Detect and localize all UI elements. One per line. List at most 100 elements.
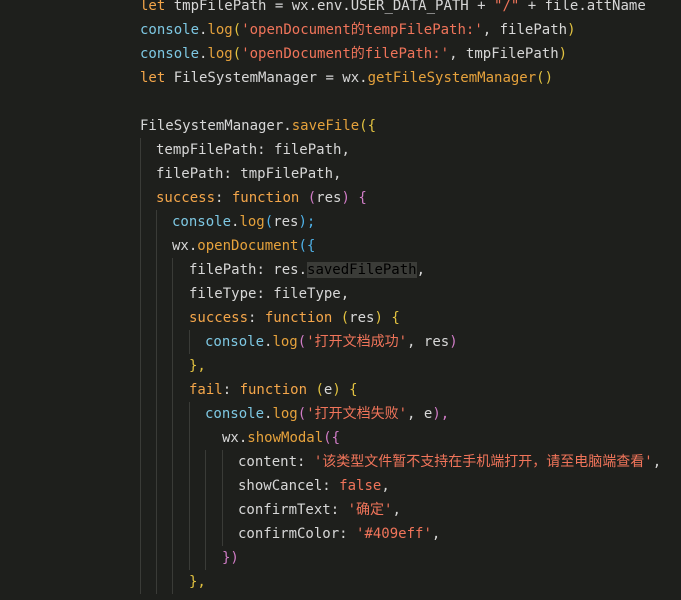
code-token: , filePath [482,22,568,38]
code-token: confirmColor [238,526,340,542]
code-token: , e [407,406,433,422]
code-token: wx. [222,430,248,446]
code-token: , [431,526,441,542]
code-token: res [273,214,299,230]
code-line[interactable]: content: '该类型文件暂不支持在手机端打开，请至电脑端查看', [238,450,661,474]
code-line[interactable]: wx.showModal({ [222,426,340,450]
code-line[interactable]: }, [189,354,206,378]
code-token: log [239,214,265,230]
code-token: ({ [359,118,377,134]
code-token: : [297,454,314,470]
code-token: openDocument [197,238,299,254]
code-token: fileType [189,286,257,302]
code-token: ( [297,406,307,422]
code-token: FileSystemManager. [140,118,292,134]
code-token: ) [341,190,359,206]
code-token: '该类型文件暂不支持在手机端打开，请至电脑端查看' [313,454,653,470]
indent-guide [205,450,206,570]
code-token: : fileType, [256,286,350,302]
code-line[interactable]: success: function (res) { [189,306,400,330]
code-token: wx. [342,70,368,86]
code-token: : res. [256,262,308,278]
code-token: fail [189,382,223,398]
indent-guide [189,402,190,570]
code-token: ), [432,406,450,422]
code-token: ( [307,190,317,206]
code-token: res [349,310,375,326]
code-token: ( [264,214,274,230]
code-token: ) [558,46,568,62]
code-line[interactable]: let FileSystemManager = wx.getFileSystem… [140,66,553,90]
code-line[interactable]: console.log('openDocument的filePath:', tm… [140,42,567,66]
code-token: : [222,382,240,398]
code-line[interactable]: tempFilePath: filePath, [156,138,350,162]
code-line[interactable]: FileSystemManager.saveFile({ [140,114,376,138]
code-token: getFileSystemManager [367,70,537,86]
code-token: '打开文档失败' [306,406,408,422]
code-token: console [140,46,200,62]
code-line[interactable]: success: function (res) { [156,186,367,210]
code-token: : [322,478,340,494]
code-token: }, [189,358,206,374]
code-token: log [207,46,233,62]
code-token: log [272,334,298,350]
indent-guide [189,330,190,354]
code-token: console [140,22,200,38]
code-token: function [264,310,341,326]
code-token: = [325,70,343,86]
code-token: { [349,382,358,398]
code-token: 'openDocument的tempFilePath:' [241,22,483,38]
code-line[interactable]: fail: function (e) { [189,378,358,402]
code-line[interactable]: confirmColor: '#409eff', [238,522,440,546]
indent-guide [156,210,157,594]
code-token: filePath [189,262,257,278]
code-line[interactable]: console.log('打开文档成功', res) [205,330,458,354]
code-token: }) [222,550,239,566]
code-line[interactable]: fileType: fileType, [189,282,349,306]
code-token: let [140,0,174,14]
code-token: showCancel [238,478,323,494]
code-token: ( [232,46,242,62]
code-line[interactable]: console.log('打开文档失败', e), [205,402,449,426]
code-token: console [205,406,265,422]
code-token: ( [297,334,307,350]
code-line[interactable]: showCancel: false, [238,474,390,498]
indent-guide [222,450,223,546]
code-line[interactable]: console.log(res); [172,210,315,234]
code-token: function [231,190,308,206]
code-line[interactable]: }, [189,570,206,594]
code-token: : tmpFilePath, [223,166,342,182]
code-token: wx. [172,238,198,254]
code-line[interactable]: confirmText: '确定', [238,498,401,522]
code-token: log [272,406,298,422]
code-token: function [239,382,316,398]
code-token: false [339,478,382,494]
code-line[interactable]: wx.openDocument({ [172,234,315,258]
code-line[interactable]: console.log('openDocument的tempFilePath:'… [140,18,576,42]
code-token: file.attName [544,0,646,14]
code-line[interactable]: }) [222,546,239,570]
indent-guide [140,138,141,594]
code-token: + [519,0,545,14]
code-token: '确定' [347,502,393,518]
code-editor[interactable]: let tmpFilePath = wx.env.USER_DATA_PATH … [0,0,681,600]
code-token: ) [567,22,576,38]
code-line[interactable]: filePath: tmpFilePath, [156,162,341,186]
code-line[interactable]: let tmpFilePath = wx.env.USER_DATA_PATH … [140,0,646,18]
code-token: '打开文档成功' [306,334,408,350]
code-token: ) [449,334,458,350]
code-token: ); [298,214,316,230]
code-token: : [215,190,232,206]
code-token: tempFilePath [156,142,258,158]
code-token: confirmText [238,502,331,518]
code-token: ( [232,22,242,38]
code-token: console [172,214,232,230]
code-token: ( [315,382,324,398]
code-line[interactable]: filePath: res.savedFilePath, [189,258,425,282]
code-token: : [330,502,348,518]
code-token: wx.env.USER_DATA_PATH [291,0,478,14]
code-token: ) [332,382,350,398]
code-token: res [316,190,342,206]
code-token: ({ [298,238,316,254]
code-token: 'openDocument的filePath:' [241,46,450,62]
